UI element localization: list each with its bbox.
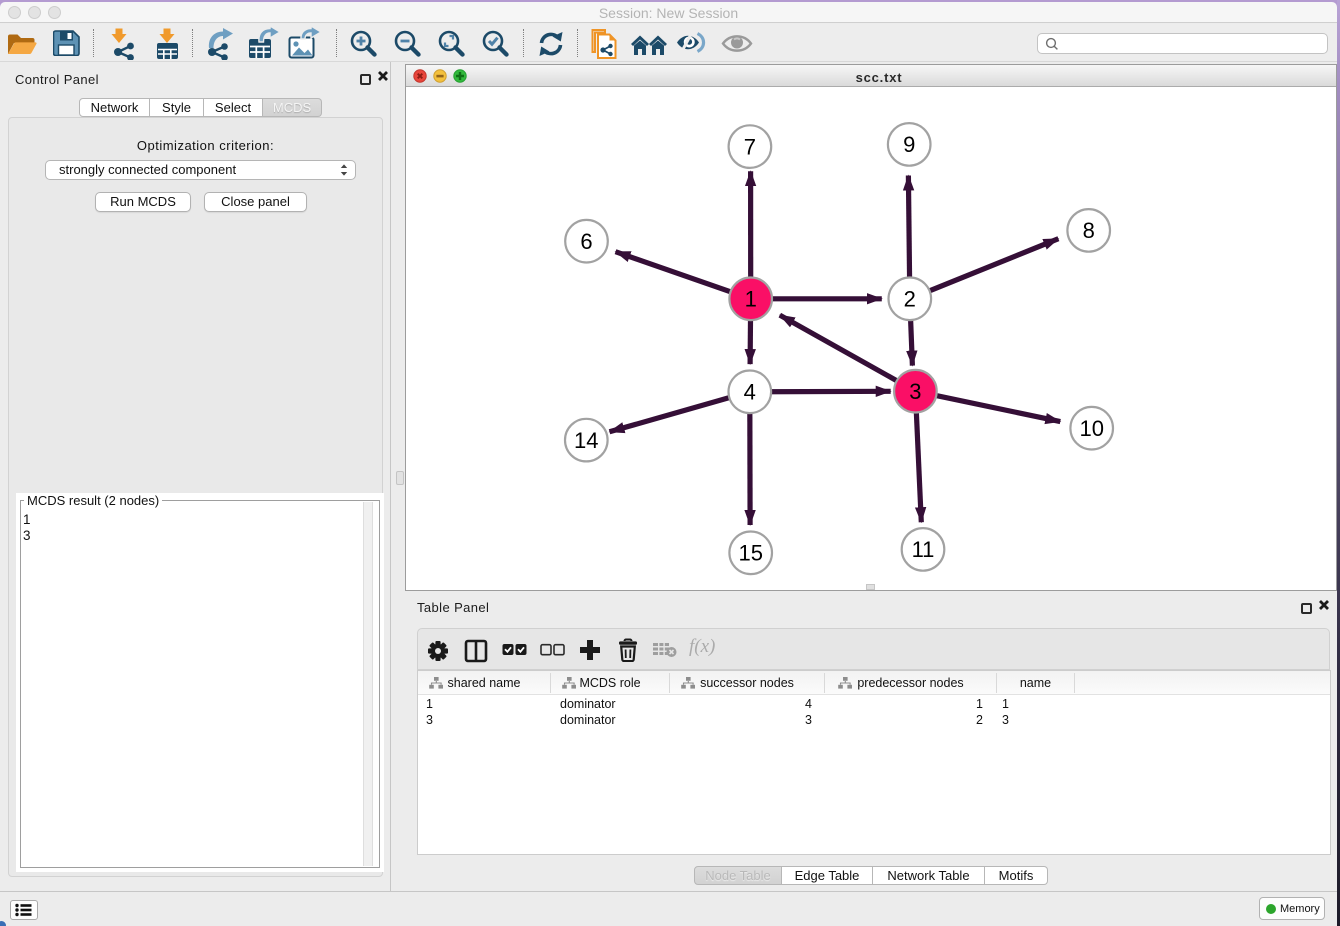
svg-text:1: 1 — [745, 287, 757, 312]
svg-text:7: 7 — [744, 134, 756, 159]
svg-text:11: 11 — [912, 537, 935, 562]
svg-text:6: 6 — [580, 229, 592, 254]
svg-text:3: 3 — [909, 379, 921, 404]
svg-text:15: 15 — [738, 541, 762, 566]
svg-text:2: 2 — [904, 287, 916, 312]
svg-text:9: 9 — [903, 132, 915, 157]
svg-text:4: 4 — [744, 380, 756, 405]
svg-text:10: 10 — [1079, 416, 1103, 441]
svg-text:14: 14 — [574, 428, 598, 453]
svg-text:8: 8 — [1083, 218, 1095, 243]
